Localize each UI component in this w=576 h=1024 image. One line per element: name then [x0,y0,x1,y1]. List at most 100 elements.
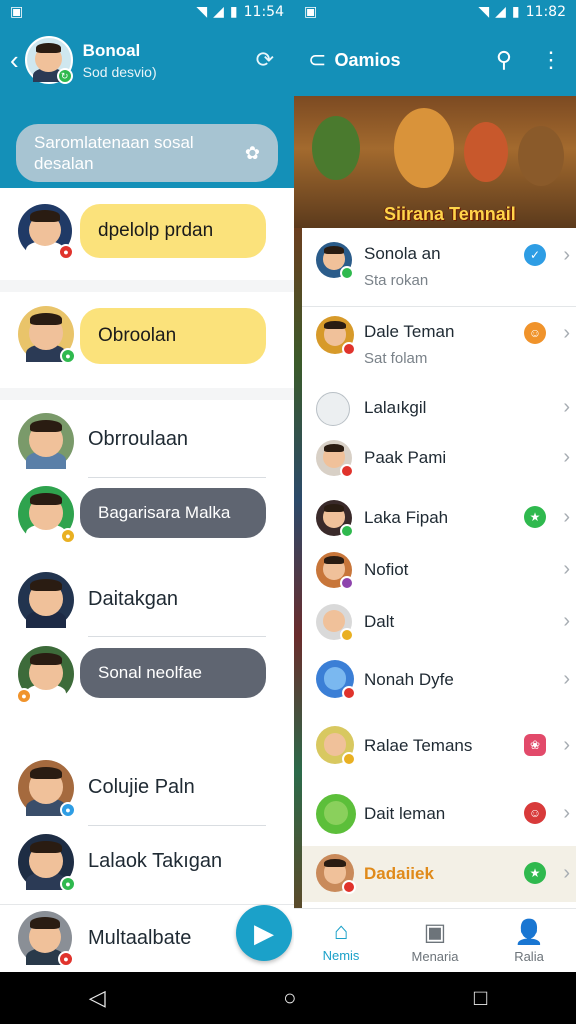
left-app-bar: ‹ ↻ Bonoal Sod desvio) ⟳ [0,24,294,96]
chevron-right-icon: › [563,446,570,468]
tab-label: Menaria [411,948,459,964]
friend-avatar [316,316,356,356]
chat-row[interactable]: Daitakgan [0,570,294,632]
play-icon: ▶ [254,917,274,948]
star-badge-icon: ★ [524,506,546,528]
search-text: Saromlatenaan sosal desalan [34,133,194,173]
friend-name: Nonah Dyfe [364,670,454,689]
chevron-right-icon: › [563,610,570,632]
game-banner[interactable]: Siirana Temnail [294,96,576,228]
friend-name: Dale Teman [364,322,455,341]
friend-item[interactable]: Paak Pami › [302,436,576,482]
friend-item[interactable]: Nonah Dyfe › [302,652,576,708]
banner-character [464,122,508,182]
friend-name: Sonola an [364,244,441,263]
status-badge-icon [340,464,354,478]
friend-status: Sta rokan [364,272,429,289]
signal-icon: ◢ [213,4,224,20]
chat-bubble: dpelolp prdan [80,204,266,258]
banner-title: Siirana Temnail [384,204,516,224]
chevron-right-icon: › [563,802,570,824]
friend-item[interactable]: Sonola an Sta rokan ✓ › [302,228,576,306]
friend-avatar [316,794,356,834]
status-badge-icon: ● [58,244,74,260]
friend-name: Dalt [364,612,395,631]
search-icon[interactable]: ⚲ [496,47,512,73]
left-header: ▣ ◥ ◢ ▮ 11:54 ‹ ↻ Bonoal Sod desvio) ⟳ Saro… [0,0,294,188]
chat-list-pane: ▣ ◥ ◢ ▮ 11:54 ‹ ↻ Bonoal Sod desvio) ⟳ Saro… [0,0,294,972]
profile-status: Sod desvio) [82,63,157,80]
nav-home-icon[interactable]: ○ [283,985,296,1011]
right-app-bar: ⊂ Oamios ⚲ ⋮ [294,24,576,96]
chevron-right-icon: › [563,396,570,418]
friend-status: Sat folam [364,350,428,367]
banner-character [312,116,360,180]
banner-character [394,108,454,188]
back-arrow-icon[interactable]: ‹ [10,45,19,76]
avatar-badge-icon: ☺ [524,802,546,824]
chat-avatar: ● [18,760,76,818]
chat-row[interactable]: ● Sonal neolfae [0,644,294,706]
status-badge-icon [342,752,356,766]
tab-nemis[interactable]: ⌂ Nemis [294,909,388,972]
friend-item[interactable]: Dale Teman Sat folam ☺ › [302,308,576,382]
friend-avatar [316,726,356,766]
status-badge-icon [340,628,354,642]
menu-toggle-icon[interactable]: ⊂ [308,47,326,73]
tab-label: Ralia [514,948,544,964]
friend-name: Dait leman [364,804,446,823]
status-bar-left: ▣ ◥ ◢ ▮ 11:54 [0,0,294,24]
friend-list: Sonola an Sta rokan ✓ › Dale Teman Sat f… [302,228,576,908]
status-badge-icon: ● [60,802,76,818]
friend-item[interactable]: Ralae Temans ❀ › [302,716,576,776]
friend-item[interactable]: Lalaıkgil › [302,386,576,432]
chevron-right-icon: › [563,244,570,266]
chat-row[interactable]: ● Obroolan [0,292,294,388]
friend-item[interactable]: Nofiot › [302,546,576,594]
chat-avatar: ● [18,486,76,544]
status-badge-icon [340,576,354,590]
chat-name: Daitakgan [88,588,179,610]
more-options-icon[interactable]: ⋮ [540,47,562,73]
status-badge-icon [340,524,354,538]
chevron-right-icon: › [563,322,570,344]
settings-icon[interactable]: ✿ [245,143,260,164]
system-nav-bar: ◁ ○ □ [0,972,576,1024]
online-badge-icon: ↻ [56,68,73,84]
friend-item[interactable]: Dadaiiek ★ › [302,846,576,902]
status-badge-icon: ● [60,348,76,364]
chat-name: Colujie Paln [88,776,195,798]
profile-avatar[interactable]: ↻ [24,36,73,84]
chat-avatar [18,572,74,628]
nav-back-icon[interactable]: ◁ [89,985,106,1011]
chat-row[interactable]: ● Bagarisara Malka [0,484,294,546]
refresh-icon[interactable]: ⟳ [256,47,274,73]
friend-item[interactable]: Laka Fipah ★ › [302,494,576,542]
search-box[interactable]: Saromlatenaan sosal desalan ✿ [16,124,278,182]
chat-row[interactable]: ● Lalaok Takıgan [0,832,294,894]
chat-name: Obrroulaan [88,428,189,450]
tab-menaria[interactable]: ▣ Menaria [388,909,482,972]
home-icon: ⌂ [333,918,349,945]
chat-row[interactable]: ● Colujie Paln [0,758,294,820]
nav-recents-icon[interactable]: □ [474,985,487,1011]
battery-icon: ▮ [511,4,520,20]
right-title: Oamios [334,49,401,70]
tab-ralia[interactable]: 👤 Ralia [482,909,576,972]
friend-item[interactable]: Dalt › [302,598,576,648]
tab-label: Nemis [322,948,360,963]
gallery-icon: ▣ [423,918,447,946]
wifi-icon: ◥ [478,4,490,20]
friend-avatar [316,660,356,700]
play-button[interactable]: ▶ [236,905,292,961]
signal-icon: ◢ [495,4,506,20]
chat-avatar: ● [18,911,74,967]
gallery-status-icon: ▣ [304,4,318,20]
friend-item[interactable]: Dait leman ☺ › [302,784,576,844]
friend-name: Lalaıkgil [364,398,427,417]
chat-row[interactable]: ● dpelolp prdan [0,188,294,280]
status-bar-right: ▣ ◥ ◢ ▮ 11:82 [294,0,576,24]
chevron-right-icon: › [563,506,570,528]
status-badge-icon [342,686,356,700]
chat-row[interactable]: Obrroulaan [0,410,294,472]
